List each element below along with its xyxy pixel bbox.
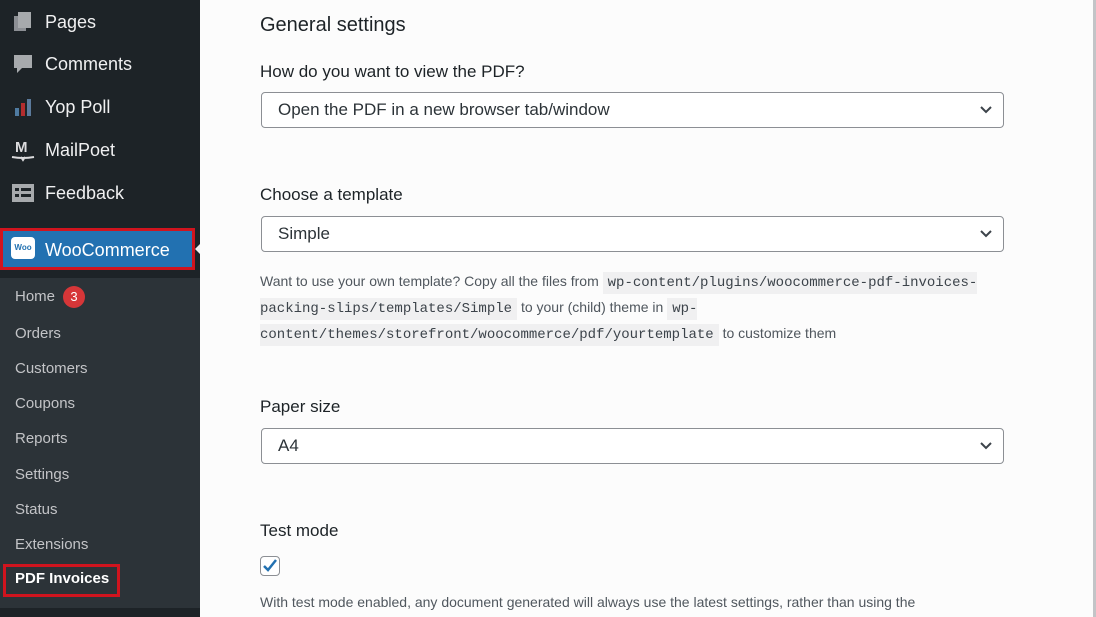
paper-size-label: Paper size (260, 397, 341, 416)
woocommerce-logo-icon: Woo (11, 237, 35, 259)
admin-sidebar: Pages Comments Yop Poll M MailPoet Feedb… (0, 0, 203, 617)
sidebar-item-feedback[interactable]: Feedback (0, 174, 200, 212)
sidebar-item-comments[interactable]: Comments (0, 45, 200, 83)
help-text: Want to use your own template? Copy all … (260, 273, 599, 289)
view-pdf-value: Open the PDF in a new browser tab/window (278, 100, 610, 119)
sidebar-item-label: WooCommerce (45, 240, 170, 260)
submenu-item-extensions[interactable]: Extensions (15, 536, 88, 553)
sidebar-item-pages[interactable]: Pages (0, 3, 200, 41)
settings-panel: General settings How do you want to view… (200, 0, 1093, 617)
svg-text:M: M (15, 139, 28, 156)
paper-size-select[interactable]: A4 (261, 428, 1004, 464)
sidebar-item-yop-poll[interactable]: Yop Poll (0, 88, 200, 126)
section-title: General settings (260, 14, 406, 36)
feedback-icon (10, 180, 36, 206)
test-mode-checkbox[interactable] (260, 556, 280, 576)
view-pdf-label: How do you want to view the PDF? (260, 62, 525, 81)
paper-size-value: A4 (278, 436, 299, 455)
template-select[interactable]: Simple (261, 216, 1004, 252)
help-text: to your (child) theme in (520, 299, 664, 315)
sidebar-item-label: Yop Poll (45, 96, 111, 117)
view-pdf-select[interactable]: Open the PDF in a new browser tab/window (261, 92, 1004, 128)
template-label: Choose a template (260, 185, 403, 204)
comments-icon (10, 51, 36, 77)
sidebar-item-label: Comments (45, 53, 133, 74)
sidebar-item-label: Feedback (45, 182, 125, 203)
template-help-text: Want to use your own template? Copy all … (260, 269, 980, 347)
submenu-item-label: Home (15, 287, 56, 305)
template-value: Simple (278, 224, 330, 243)
submenu-item-settings[interactable]: Settings (15, 466, 69, 483)
submenu-item-reports[interactable]: Reports (15, 430, 68, 447)
notification-badge: 3 (63, 286, 86, 308)
chevron-down-icon (980, 106, 992, 114)
mailpoet-icon: M (10, 137, 36, 163)
submenu-item-status[interactable]: Status (15, 501, 58, 518)
submenu-item-orders[interactable]: Orders (15, 325, 61, 342)
test-mode-label: Test mode (260, 521, 339, 540)
pages-icon (10, 9, 36, 35)
chevron-down-icon (980, 230, 992, 238)
help-text: to customize them (722, 325, 837, 341)
submenu-item-pdf-invoices[interactable]: PDF Invoices (15, 570, 109, 587)
checkmark-icon (263, 559, 277, 572)
chevron-down-icon (980, 442, 992, 450)
poll-icon (10, 94, 36, 120)
test-mode-description: With test mode enabled, any document gen… (260, 594, 916, 610)
sidebar-item-label: Pages (45, 11, 97, 32)
submenu-item-customers[interactable]: Customers (15, 360, 88, 377)
submenu-item-coupons[interactable]: Coupons (15, 395, 75, 412)
submenu-item-home[interactable]: Home 3 (15, 286, 86, 308)
sidebar-item-woocommerce[interactable]: Woo WooCommerce (0, 228, 195, 270)
sidebar-item-mailpoet[interactable]: M MailPoet (0, 131, 200, 169)
sidebar-item-label: MailPoet (45, 139, 116, 160)
